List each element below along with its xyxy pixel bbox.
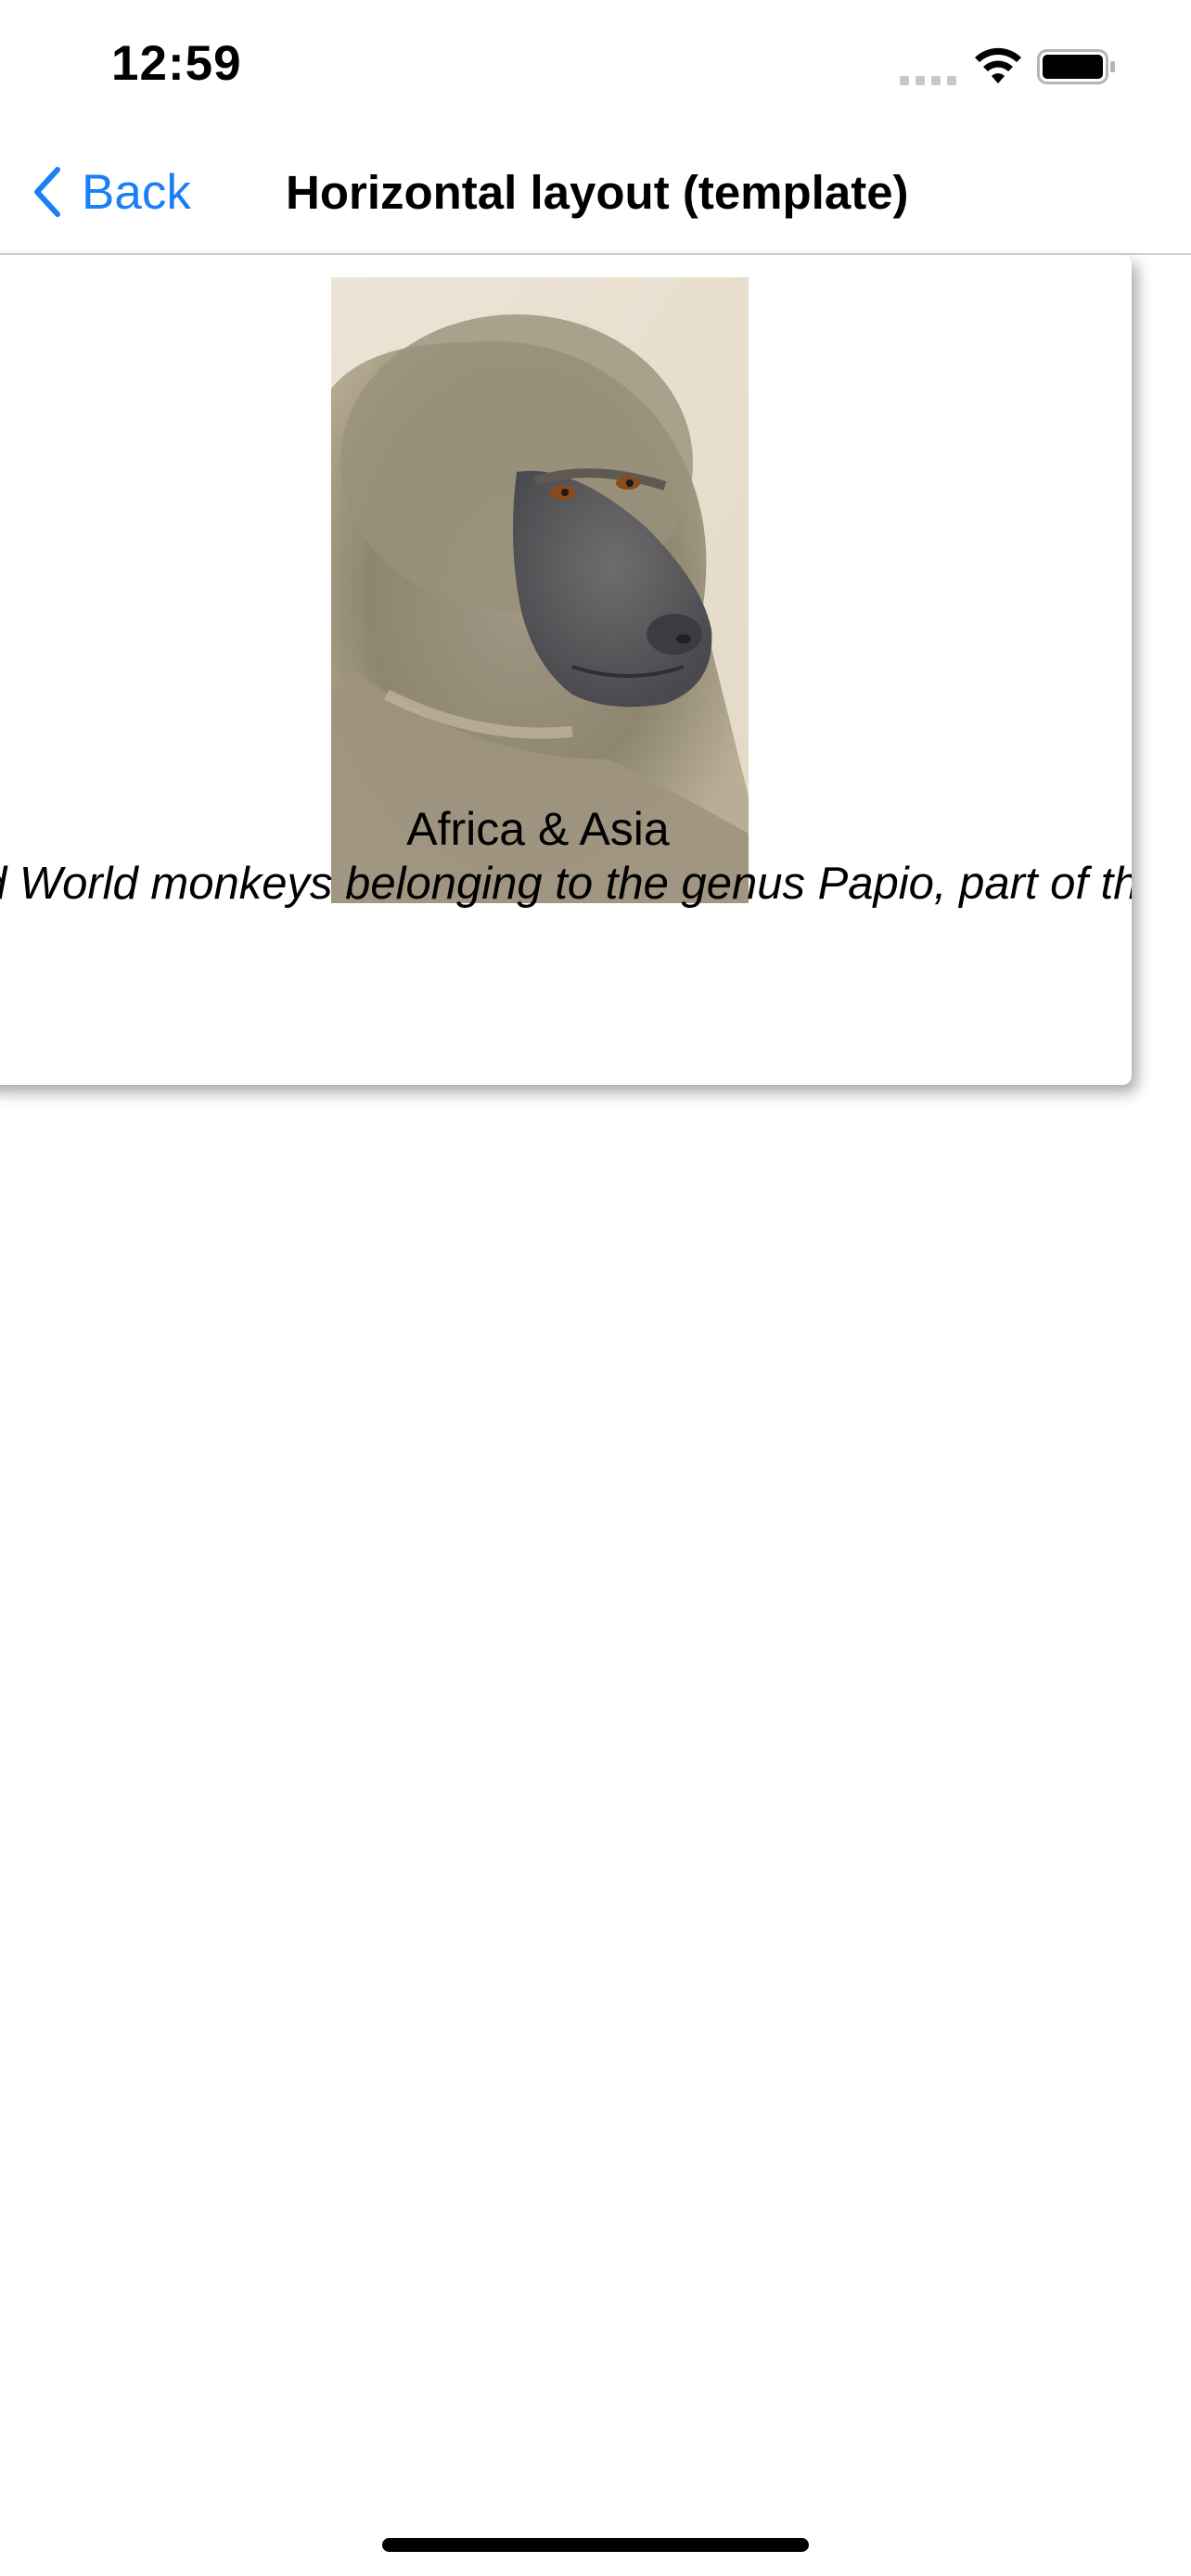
back-label: Back	[82, 164, 191, 220]
page-title: Horizontal layout (template)	[286, 166, 909, 219]
screen: 12:59 Back Horizontal layout (template)	[0, 0, 1191, 2576]
region-label: Africa & Asia	[406, 803, 670, 855]
description-text: Baboons are Old World monkeys belonging …	[0, 858, 1132, 910]
wifi-icon	[975, 47, 1021, 83]
cell-signal-icon	[900, 72, 957, 85]
navigation-bar: Back Horizontal layout (template)	[0, 130, 1191, 255]
chevron-left-icon	[34, 167, 60, 217]
home-indicator[interactable]	[382, 2538, 809, 2552]
animal-card[interactable]: Africa & Asia Baboons are Old World monk…	[0, 255, 1132, 1085]
status-time: 12:59	[111, 36, 242, 91]
description-inner: Baboons are Old World monkeys belonging …	[0, 859, 1132, 909]
back-button[interactable]: Back	[28, 159, 191, 224]
battery-icon	[1037, 49, 1115, 84]
status-bar: 12:59	[0, 0, 1191, 130]
